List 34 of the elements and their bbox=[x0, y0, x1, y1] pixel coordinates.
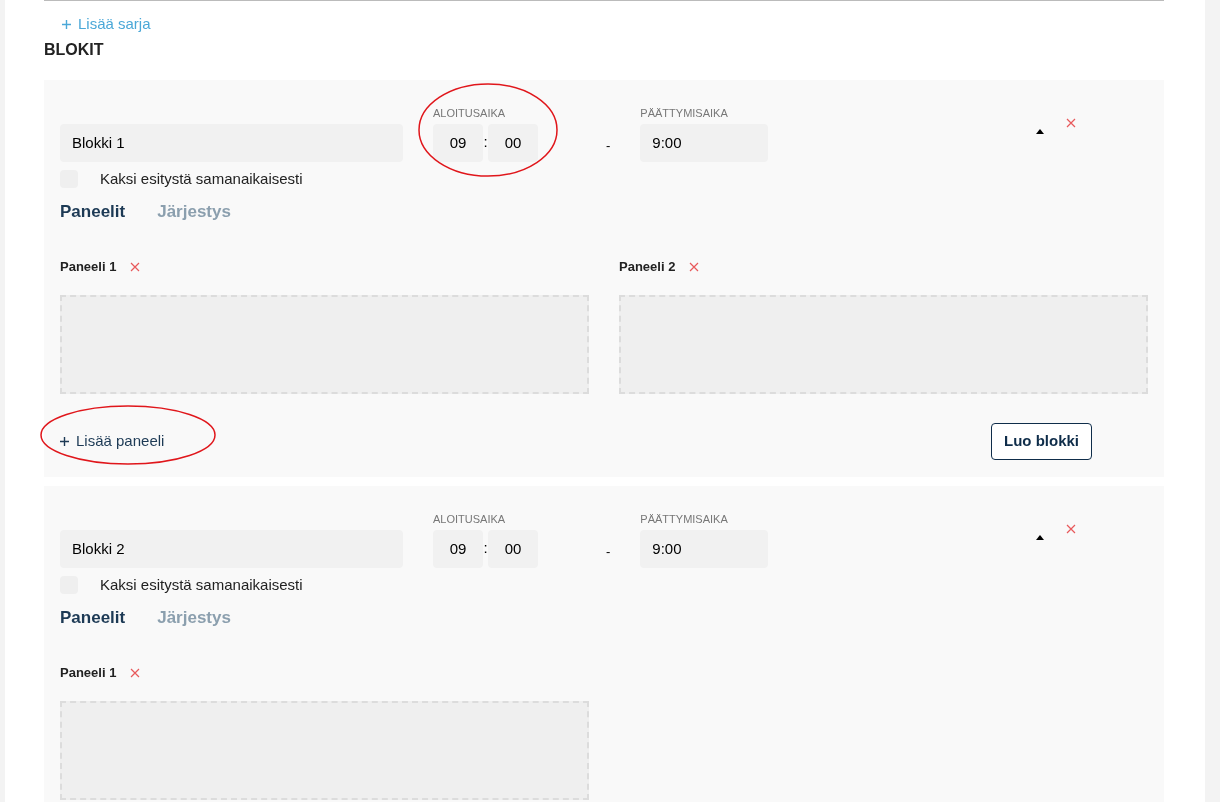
plus-icon bbox=[62, 19, 71, 29]
minutes-field[interactable]: 00 bbox=[488, 529, 538, 568]
close-icon[interactable] bbox=[689, 261, 700, 272]
end-time-field[interactable]: 9:00 bbox=[640, 123, 769, 162]
time-separator: : bbox=[483, 132, 488, 153]
checkbox-label: Kaksi esitystä samanaikaisesti bbox=[100, 168, 303, 189]
caret-up-icon[interactable] bbox=[1036, 128, 1045, 134]
hours-field[interactable]: 09 bbox=[433, 529, 483, 568]
range-dash: - bbox=[606, 543, 611, 561]
hours-field[interactable]: 09 bbox=[433, 123, 483, 162]
checkbox-label: Kaksi esitystä samanaikaisesti bbox=[100, 574, 303, 595]
block-name-field[interactable]: Blokki 1 bbox=[60, 123, 403, 162]
panel-title: Paneeli 1 bbox=[60, 257, 117, 276]
close-icon[interactable] bbox=[1066, 117, 1077, 128]
create-block-button[interactable]: Luo blokki bbox=[991, 422, 1092, 460]
end-time-field[interactable]: 9:00 bbox=[640, 529, 769, 568]
minutes-field[interactable]: 00 bbox=[488, 123, 538, 162]
tab[interactable]: Paneelit bbox=[60, 605, 126, 631]
tab[interactable]: Paneelit bbox=[60, 199, 126, 225]
close-icon[interactable] bbox=[130, 667, 141, 678]
panel-title: Paneeli 1 bbox=[60, 663, 117, 682]
range-dash: - bbox=[606, 137, 611, 155]
caret-up-icon[interactable] bbox=[1036, 534, 1045, 540]
field-label: PÄÄTTYMISAIKA bbox=[640, 107, 729, 119]
plus-icon bbox=[60, 436, 69, 446]
section-title: BLOKIT bbox=[44, 39, 105, 60]
close-icon[interactable] bbox=[1066, 523, 1077, 534]
time-separator: : bbox=[483, 538, 488, 559]
panel-title: Paneeli 2 bbox=[619, 257, 676, 276]
field-label: ALOITUSAIKA bbox=[433, 513, 507, 525]
field-label: PÄÄTTYMISAIKA bbox=[640, 513, 729, 525]
close-icon[interactable] bbox=[130, 261, 141, 272]
block-name-field[interactable]: Blokki 2 bbox=[60, 529, 403, 568]
field-label: ALOITUSAIKA bbox=[433, 107, 507, 119]
